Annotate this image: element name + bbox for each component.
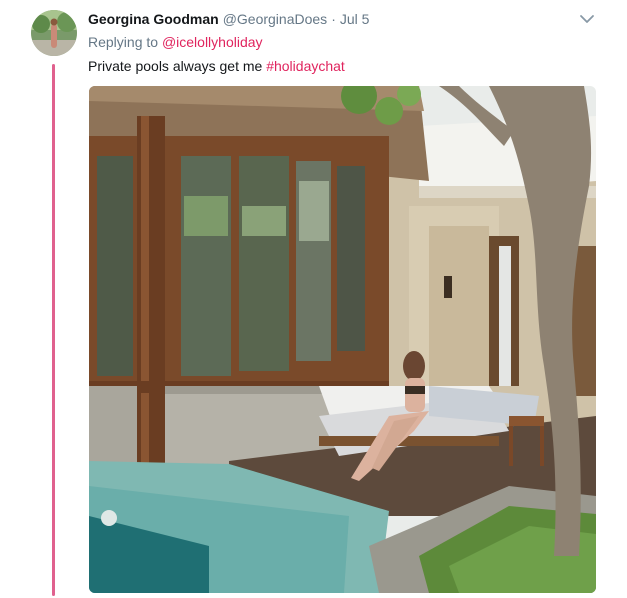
pool-villa-photo <box>89 86 596 593</box>
replying-prefix: Replying to <box>88 34 159 50</box>
tweet-menu-button[interactable] <box>579 12 595 26</box>
user-handle[interactable]: @GeorginaDoes <box>223 11 328 27</box>
avatar[interactable] <box>31 10 77 56</box>
timestamp[interactable]: Jul 5 <box>340 11 370 27</box>
replying-to: Replying to @icelollyholiday <box>88 33 263 51</box>
avatar-photo-icon <box>31 10 77 56</box>
tweet-header: Georgina Goodman @GeorginaDoes · Jul 5 <box>88 10 369 28</box>
tweet-card[interactable]: Georgina Goodman @GeorginaDoes · Jul 5 Repl… <box>0 0 627 598</box>
tweet-text: Private pools always get me #holidaychat <box>88 57 345 75</box>
chevron-down-icon <box>580 15 594 23</box>
tweet-media-photo[interactable] <box>89 86 596 593</box>
hashtag-link[interactable]: #holidaychat <box>266 58 345 74</box>
tweet-text-body: Private pools always get me <box>88 58 263 74</box>
replying-mention-link[interactable]: @icelollyholiday <box>162 34 263 50</box>
separator-dot: · <box>331 11 336 27</box>
thread-line <box>52 64 55 596</box>
display-name[interactable]: Georgina Goodman <box>88 11 219 27</box>
